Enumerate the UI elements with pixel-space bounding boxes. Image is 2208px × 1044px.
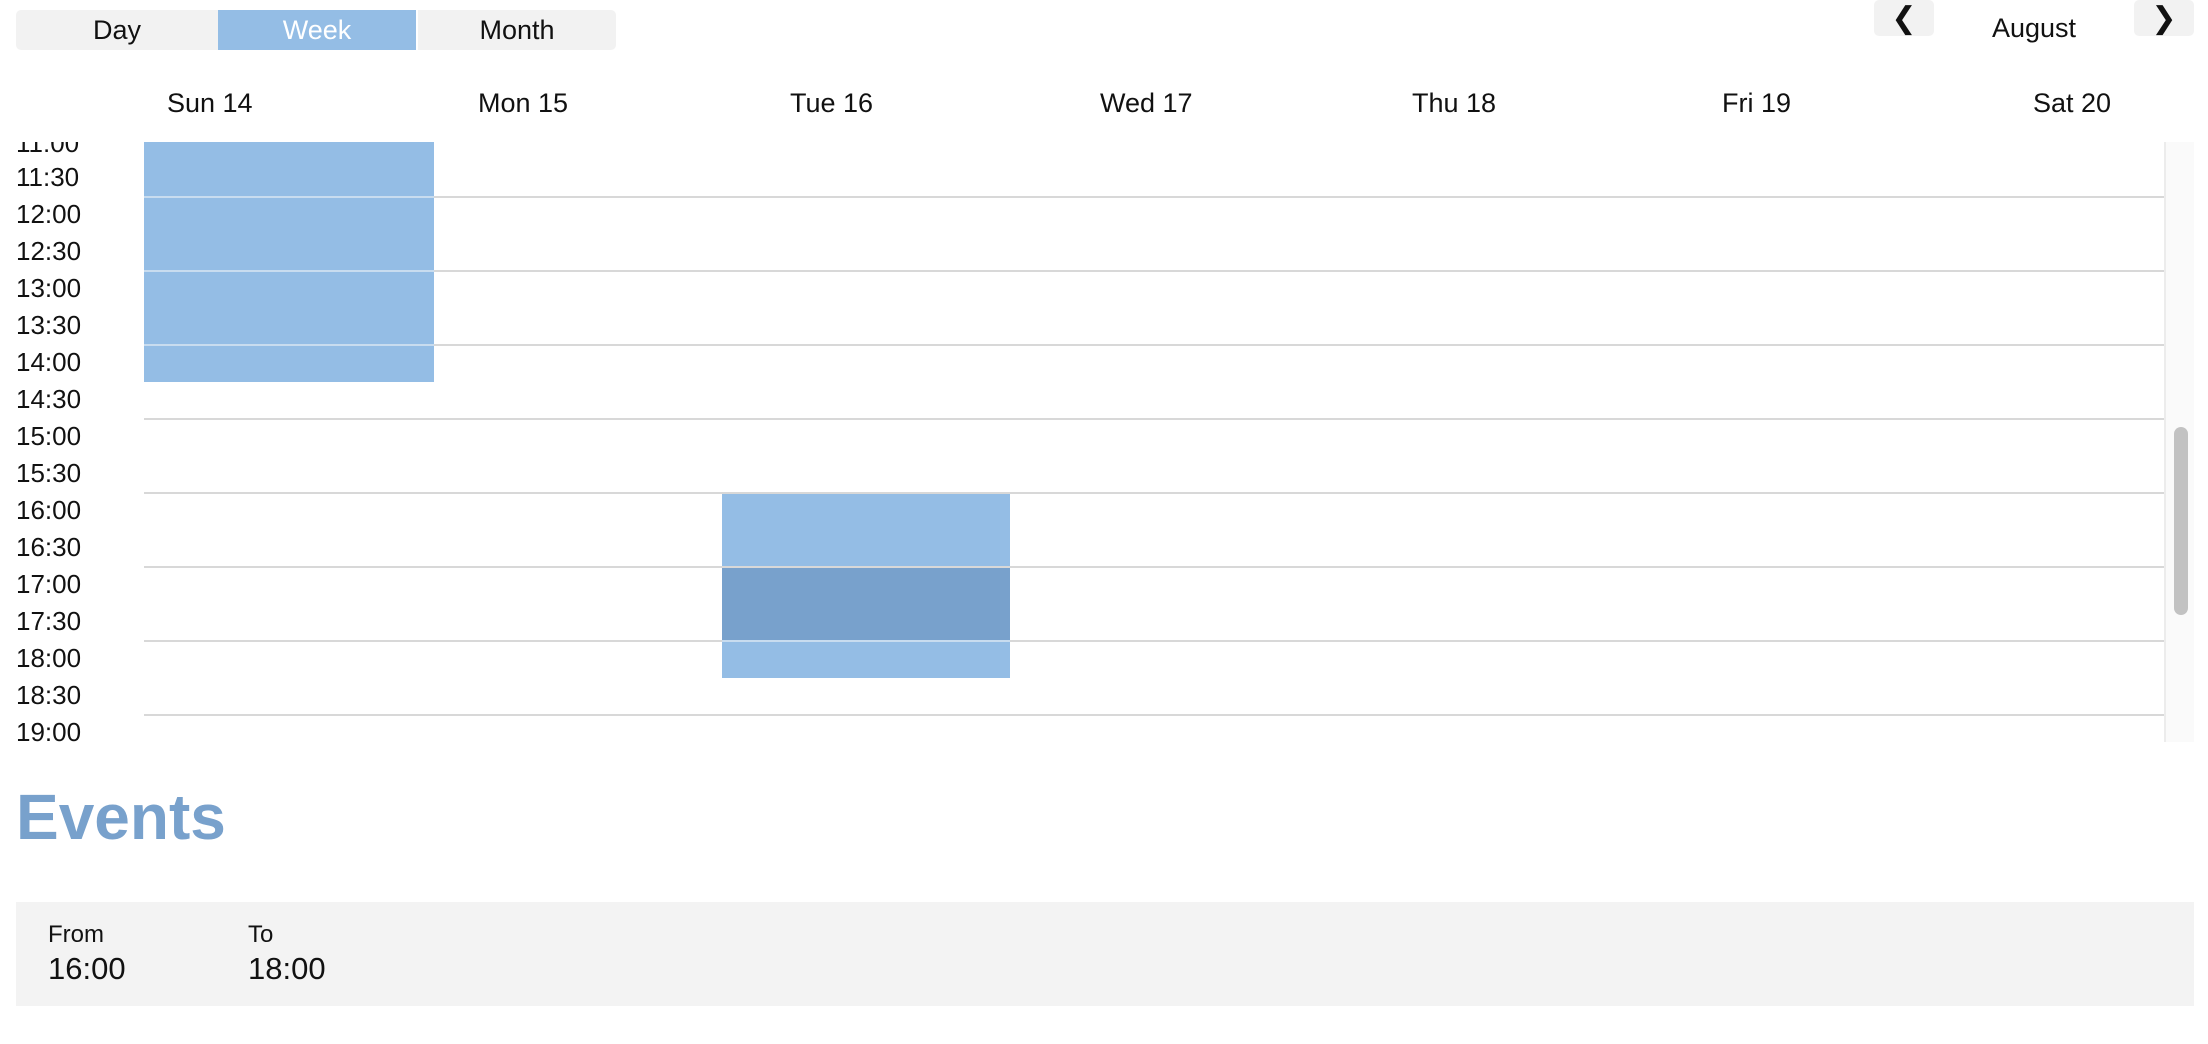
view-day-button[interactable]: Day [16, 10, 218, 50]
time-label: 14:00 [16, 347, 82, 377]
time-label: 16:30 [16, 532, 82, 562]
day-header-mon: Mon 15 [478, 88, 569, 118]
grid-scrollbar[interactable] [2164, 142, 2194, 742]
hour-line [144, 492, 2164, 494]
time-label: 18:30 [16, 680, 82, 710]
time-label: 12:00 [16, 199, 82, 229]
scrollbar-thumb[interactable] [2174, 427, 2188, 615]
event-divider [144, 270, 434, 272]
to-value: 18:00 [248, 951, 326, 986]
view-week-button[interactable]: Week [218, 10, 416, 50]
time-label: 17:30 [16, 606, 82, 636]
time-label: 11:00 [16, 142, 80, 158]
day-header-sat: Sat 20 [2033, 88, 2112, 118]
time-label: 19:00 [16, 717, 82, 742]
from-value: 16:00 [48, 951, 126, 986]
time-grid[interactable]: 11:00 11:30 12:00 12:30 13:00 13:30 14:0… [0, 142, 2200, 742]
time-label: 15:30 [16, 458, 82, 488]
event-divider [144, 344, 434, 346]
day-header-sun: Sun 14 [167, 88, 253, 118]
view-switcher: Day Week Month [16, 10, 616, 50]
time-label: 18:00 [16, 643, 82, 673]
day-header-wed: Wed 17 [1100, 88, 1193, 118]
time-label: 11:30 [16, 162, 80, 192]
previous-button[interactable]: ❮ [1874, 0, 1934, 36]
calendar-event-tue-selected[interactable] [722, 567, 1010, 640]
to-label: To [248, 921, 274, 948]
events-heading: Events [16, 781, 226, 853]
from-field: From 16:00 [48, 920, 126, 988]
time-label: 13:30 [16, 310, 82, 340]
from-label: From [48, 921, 104, 948]
hour-line [144, 566, 2164, 568]
chevron-left-icon: ❮ [1891, 1, 1917, 35]
hour-line [144, 418, 2164, 420]
event-divider [144, 196, 434, 198]
calendar-event-sun[interactable] [144, 142, 434, 382]
event-details-panel: From 16:00 To 18:00 [16, 902, 2194, 1006]
day-header-thu: Thu 18 [1412, 88, 1497, 118]
view-month-button[interactable]: Month [416, 10, 616, 50]
hour-line [144, 714, 2164, 716]
time-label: 15:00 [16, 421, 82, 451]
hour-line [144, 196, 2164, 198]
time-label: 12:30 [16, 236, 82, 266]
hour-line [144, 270, 2164, 272]
to-field: To 18:00 [248, 920, 326, 988]
hour-line [144, 640, 2164, 642]
day-header-tue: Tue 16 [790, 88, 874, 118]
time-label: 13:00 [16, 273, 82, 303]
day-header-fri: Fri 19 [1722, 88, 1792, 118]
hour-line [144, 344, 2164, 346]
chevron-right-icon: ❯ [2151, 1, 2177, 35]
time-label: 17:00 [16, 569, 82, 599]
event-divider [722, 640, 1010, 642]
next-button[interactable]: ❯ [2134, 0, 2194, 36]
time-label: 16:00 [16, 495, 82, 525]
time-label: 14:30 [16, 384, 82, 414]
current-month-label: August [1991, 13, 2077, 43]
